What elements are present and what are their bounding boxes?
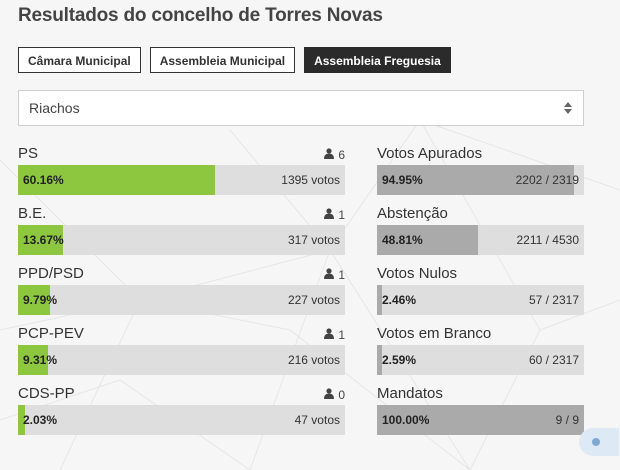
party-row: PPD/PSD 1 9.79% 227 votos	[18, 265, 345, 317]
result-bar: 9.31% 216 votos	[18, 345, 345, 375]
chat-icon	[592, 438, 600, 446]
result-bar: 60.16% 1395 votos	[18, 165, 345, 195]
tab-assembleia-freguesia[interactable]: Assembleia Freguesia	[304, 47, 451, 73]
person-icon	[324, 388, 335, 402]
stat-row: Votos em Branco 2.59% 60 / 2317	[377, 325, 584, 377]
party-row: PCP-PEV 1 9.31% 216 votos	[18, 325, 345, 377]
result-count: 1395 votos	[281, 173, 340, 187]
result-bar: 9.79% 227 votos	[18, 285, 345, 315]
stat-row-name: Votos Apurados	[377, 145, 483, 162]
result-count: 60 / 2317	[528, 353, 579, 367]
result-percentage: 48.81%	[382, 233, 423, 247]
result-percentage: 60.16%	[23, 173, 64, 187]
result-percentage: 9.31%	[23, 353, 58, 367]
party-row-name: CDS-PP	[18, 385, 75, 402]
stat-row-name: Abstenção	[377, 205, 448, 222]
seats-count: 1	[324, 268, 345, 282]
seats-count: 0	[324, 388, 345, 402]
page-title: Resultados do concelho de Torres Novas	[18, 5, 383, 26]
seats-value: 1	[338, 328, 345, 342]
result-bar: 94.95% 2202 / 2319	[377, 165, 584, 195]
seats-value: 1	[338, 268, 345, 282]
person-icon	[324, 328, 335, 342]
result-bar: 2.46% 57 / 2317	[377, 285, 584, 315]
person-icon	[324, 208, 335, 222]
stat-row-name: Votos Nulos	[377, 265, 458, 282]
tab-camara-municipal[interactable]: Câmara Municipal	[18, 47, 141, 73]
person-icon	[324, 148, 335, 162]
party-row: B.E. 1 13.67% 317 votos	[18, 205, 345, 257]
party-row-name: PS	[18, 145, 39, 162]
chat-widget-button[interactable]	[579, 428, 619, 456]
election-tabs: Câmara Municipal Assembleia Municipal As…	[18, 47, 451, 73]
result-bar: 13.67% 317 votos	[18, 225, 345, 255]
result-count: 47 votos	[294, 413, 340, 427]
sort-arrows-icon	[564, 102, 572, 114]
seats-value: 1	[338, 208, 345, 222]
seats-count: 6	[324, 148, 345, 162]
result-percentage: 2.59%	[382, 353, 417, 367]
result-bar: 2.59% 60 / 2317	[377, 345, 584, 375]
tab-assembleia-municipal[interactable]: Assembleia Municipal	[149, 47, 296, 73]
result-count: 2211 / 4530	[516, 233, 579, 247]
party-row-name: PPD/PSD	[18, 265, 84, 282]
result-count: 317 votos	[287, 233, 340, 247]
result-count: 9 / 9	[555, 413, 579, 427]
seats-count: 1	[324, 328, 345, 342]
party-row: PS 6 60.16% 1395 votos	[18, 145, 345, 197]
result-count: 57 / 2317	[528, 293, 579, 307]
result-count: 216 votos	[287, 353, 340, 367]
party-row-name: PCP-PEV	[18, 325, 84, 342]
result-count: 227 votos	[287, 293, 340, 307]
seats-count: 1	[324, 208, 345, 222]
party-row: CDS-PP 0 2.03% 47 votos	[18, 385, 345, 437]
result-percentage: 94.95%	[382, 173, 423, 187]
party-row-name: B.E.	[18, 205, 47, 222]
stat-row: Abstenção 48.81% 2211 / 4530	[377, 205, 584, 257]
result-bar: 100.00% 9 / 9	[377, 405, 584, 435]
parish-select-value: Riachos	[29, 100, 80, 116]
result-percentage: 2.03%	[23, 413, 58, 427]
stat-row-name: Mandatos	[377, 385, 443, 402]
seats-value: 0	[338, 388, 345, 402]
result-bar: 48.81% 2211 / 4530	[377, 225, 584, 255]
result-percentage: 100.00%	[382, 413, 430, 427]
seats-value: 6	[338, 148, 345, 162]
parish-select[interactable]: Riachos	[18, 90, 584, 126]
person-icon	[324, 268, 335, 282]
result-bar: 2.03% 47 votos	[18, 405, 345, 435]
result-count: 2202 / 2319	[515, 173, 579, 187]
result-percentage: 9.79%	[23, 293, 58, 307]
result-percentage: 13.67%	[23, 233, 64, 247]
stat-row: Votos Apurados 94.95% 2202 / 2319	[377, 145, 584, 197]
stat-row-name: Votos em Branco	[377, 325, 492, 342]
stat-row: Mandatos 100.00% 9 / 9	[377, 385, 584, 437]
stat-row: Votos Nulos 2.46% 57 / 2317	[377, 265, 584, 317]
result-percentage: 2.46%	[382, 293, 417, 307]
